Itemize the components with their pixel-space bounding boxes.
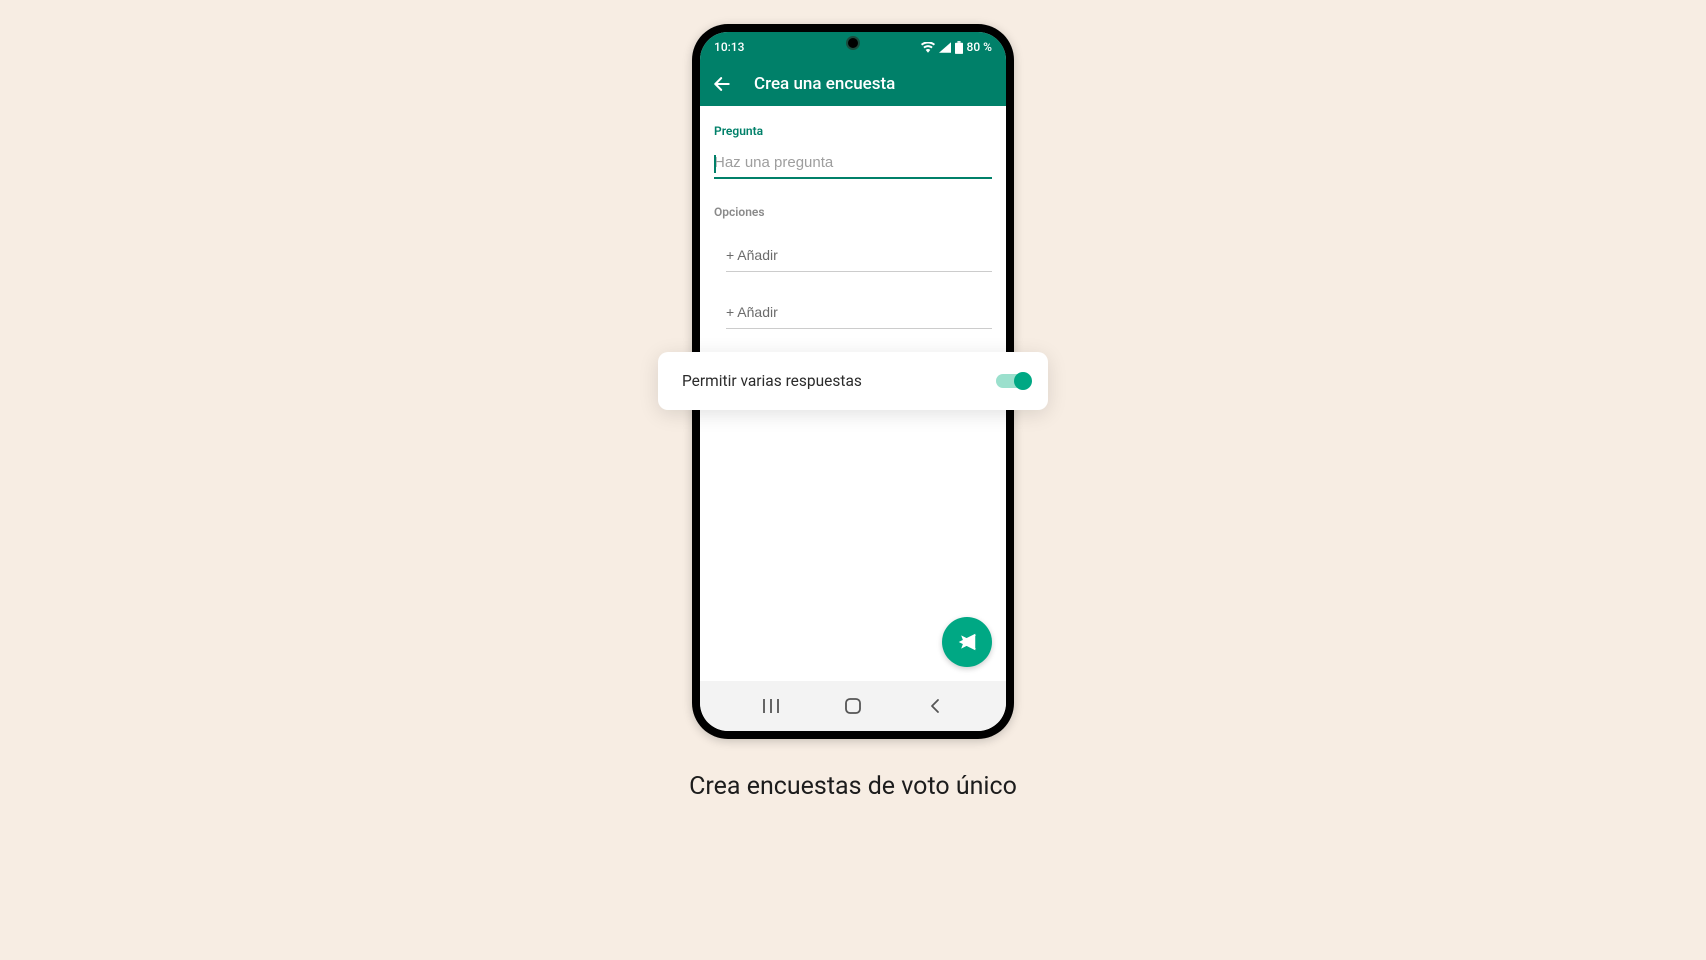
- battery-icon: [955, 41, 963, 54]
- status-icons: 80 %: [921, 40, 992, 54]
- allow-multiple-label: Permitir varias respuestas: [682, 372, 862, 390]
- allow-multiple-toggle[interactable]: [996, 372, 1032, 390]
- send-icon: [957, 632, 977, 652]
- camera-hole: [846, 36, 860, 50]
- option-input-2[interactable]: [726, 296, 992, 329]
- signal-icon: [939, 42, 951, 53]
- home-icon: [844, 697, 862, 715]
- battery-percent: 80 %: [967, 40, 992, 54]
- wifi-icon: [921, 42, 935, 53]
- nav-back-button[interactable]: [915, 686, 955, 726]
- allow-multiple-card: Permitir varias respuestas: [658, 352, 1048, 410]
- question-input[interactable]: [714, 148, 992, 179]
- back-button[interactable]: [712, 74, 732, 94]
- send-button[interactable]: [942, 617, 992, 667]
- app-bar: Crea una encuesta: [700, 62, 1006, 106]
- nav-recent-button[interactable]: [751, 686, 791, 726]
- android-nav-bar: [700, 681, 1006, 731]
- arrow-left-icon: [712, 74, 732, 94]
- app-title: Crea una encuesta: [754, 74, 895, 94]
- page-caption: Crea encuestas de voto único: [689, 772, 1017, 801]
- status-time: 10:13: [714, 40, 744, 54]
- option-input-1[interactable]: [726, 239, 992, 272]
- options-label: Opciones: [714, 205, 992, 219]
- text-cursor: [714, 155, 716, 173]
- chevron-left-icon: [928, 698, 942, 714]
- nav-home-button[interactable]: [833, 686, 873, 726]
- question-label: Pregunta: [714, 124, 992, 138]
- toggle-thumb: [1014, 372, 1032, 390]
- recent-icon: [762, 698, 780, 714]
